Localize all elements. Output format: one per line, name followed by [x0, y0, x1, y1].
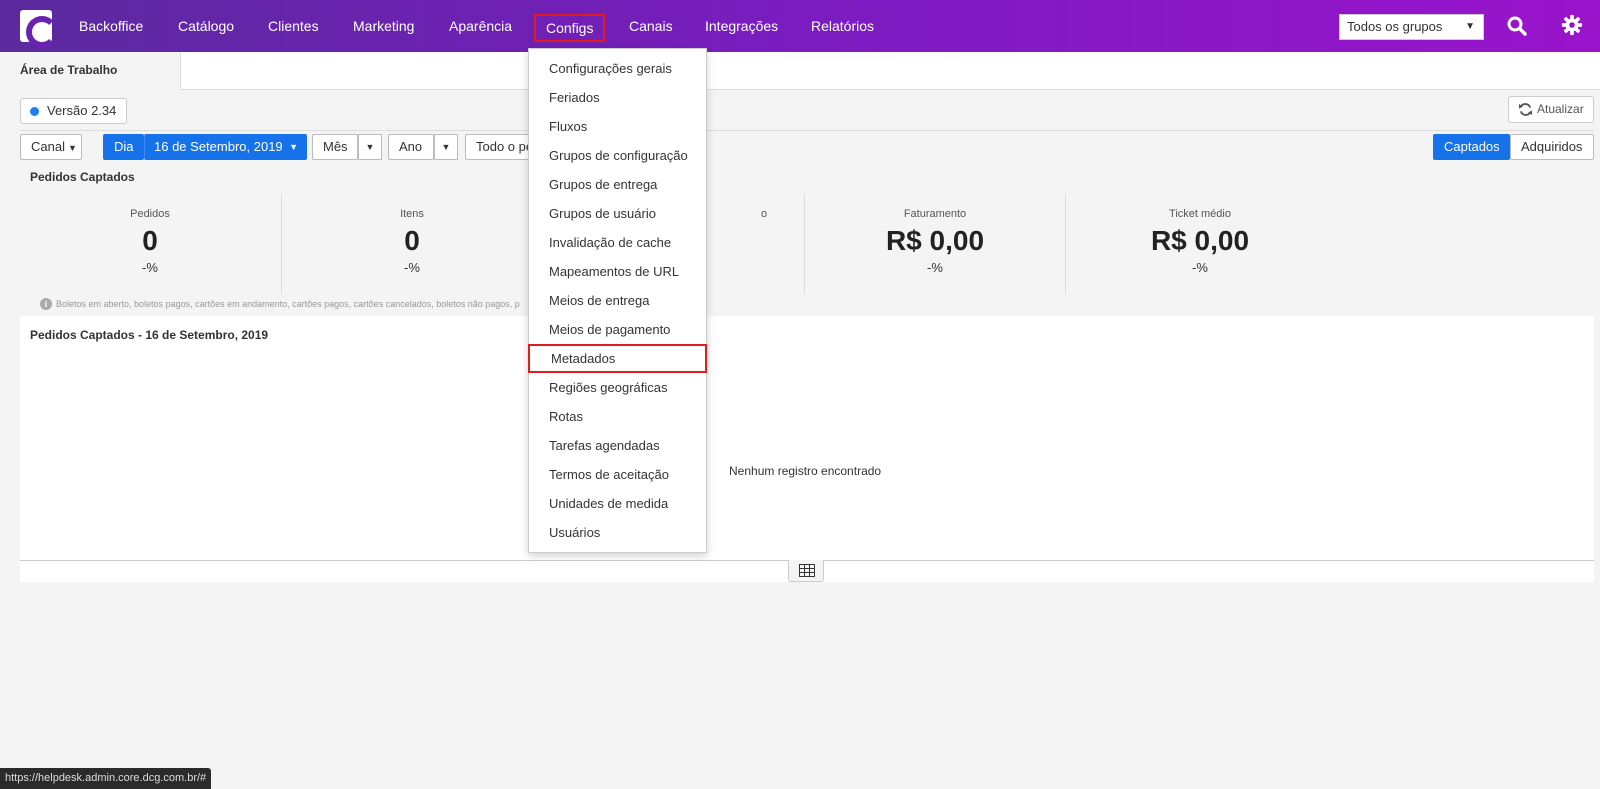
- stat-value: 0: [20, 226, 280, 256]
- menu-item-regioes-geograficas[interactable]: Regiões geográficas: [529, 373, 706, 402]
- divider: [1065, 194, 1066, 294]
- caret-down-icon: ▼: [68, 143, 77, 153]
- menu-item-tarefas-agendadas[interactable]: Tarefas agendadas: [529, 431, 706, 460]
- refresh-icon: [1518, 102, 1533, 117]
- logo-icon[interactable]: [20, 10, 52, 42]
- stat-itens: Itens 0 -%: [282, 200, 542, 292]
- caret-down-icon: ▼: [366, 142, 375, 152]
- nav-item-configs[interactable]: Configs: [534, 14, 605, 42]
- stat-pct: -%: [282, 260, 542, 275]
- menu-item-invalidacao-de-cache[interactable]: Invalidação de cache: [529, 228, 706, 257]
- nav-item-relatorios[interactable]: Relatórios: [811, 0, 874, 52]
- stat-pedidos: Pedidos 0 -%: [20, 200, 280, 292]
- menu-item-mapeamentos-de-url[interactable]: Mapeamentos de URL: [529, 257, 706, 286]
- nav-item-catalogo[interactable]: Catálogo: [178, 0, 234, 52]
- canal-dropdown[interactable]: Canal▼: [20, 134, 82, 160]
- menu-item-fluxos[interactable]: Fluxos: [529, 112, 706, 141]
- canal-label: Canal: [31, 139, 65, 154]
- stat-label: Itens: [282, 208, 542, 220]
- caret-down-icon: ▼: [1465, 15, 1475, 39]
- table-toggle-button[interactable]: [788, 560, 824, 582]
- tab-bar: Área de Trabalho: [0, 52, 1600, 90]
- info-note: i Boletos em aberto, boletos pagos, cartõ…: [40, 298, 520, 310]
- nav-item-backoffice[interactable]: Backoffice: [79, 0, 143, 52]
- stat-pct: -%: [1070, 260, 1330, 275]
- mes-button[interactable]: Mês: [312, 134, 358, 160]
- stat-pct: -%: [805, 260, 1065, 275]
- caret-down-icon: ▼: [442, 142, 451, 152]
- stat-value: R$ 0,00: [1070, 226, 1330, 256]
- search-icon[interactable]: [1507, 16, 1527, 36]
- section-title: Pedidos Captados: [30, 170, 135, 184]
- version-badge: Versão 2.34: [20, 98, 127, 124]
- stat-ticket-medio: Ticket médio R$ 0,00 -%: [1070, 200, 1330, 292]
- info-note-text: Boletos em aberto, boletos pagos, cartõe…: [56, 299, 520, 309]
- menu-item-meios-de-entrega[interactable]: Meios de entrega: [529, 286, 706, 315]
- gear-icon[interactable]: [1561, 14, 1583, 36]
- captados-toggle[interactable]: Captados: [1433, 134, 1510, 160]
- date-picker-button[interactable]: 16 de Setembro, 2019 ▼: [144, 134, 307, 160]
- stat-value: R$ 0,00: [805, 226, 1065, 256]
- panel-title: Pedidos Captados - 16 de Setembro, 2019: [30, 328, 268, 342]
- nav-item-integracoes[interactable]: Integrações: [705, 0, 778, 52]
- menu-item-grupos-de-entrega[interactable]: Grupos de entrega: [529, 170, 706, 199]
- mes-caret-button[interactable]: ▼: [358, 134, 382, 160]
- menu-item-usuarios[interactable]: Usuários: [529, 518, 706, 547]
- ano-caret-button[interactable]: ▼: [434, 134, 458, 160]
- stat-label: Pedidos: [20, 208, 280, 220]
- refresh-button[interactable]: Atualizar: [1508, 96, 1594, 123]
- status-url-bar: https://helpdesk.admin.core.dcg.com.br/#: [0, 768, 211, 789]
- caret-down-icon: ▼: [289, 135, 298, 159]
- ano-button[interactable]: Ano: [388, 134, 434, 160]
- chart-panel: Pedidos Captados - 16 de Setembro, 2019 …: [20, 316, 1594, 582]
- menu-item-grupos-de-usuario[interactable]: Grupos de usuário: [529, 199, 706, 228]
- status-dot-icon: [30, 107, 39, 116]
- info-icon: i: [40, 298, 52, 310]
- tab-area-de-trabalho[interactable]: Área de Trabalho: [0, 52, 181, 90]
- top-navbar: Backoffice Catálogo Clientes Marketing A…: [0, 0, 1600, 52]
- version-label: Versão 2.34: [47, 103, 116, 118]
- dia-button[interactable]: Dia: [103, 134, 144, 160]
- stat-label: Faturamento: [805, 208, 1065, 220]
- refresh-label: Atualizar: [1537, 102, 1584, 116]
- group-select[interactable]: Todos os grupos ▼: [1339, 14, 1484, 40]
- nav-item-marketing[interactable]: Marketing: [353, 0, 414, 52]
- nav-item-clientes[interactable]: Clientes: [268, 0, 319, 52]
- menu-item-metadados[interactable]: Metadados: [528, 344, 707, 373]
- stat-value: 0: [282, 226, 542, 256]
- stat-faturamento: Faturamento R$ 0,00 -%: [805, 200, 1065, 292]
- configs-dropdown-menu: Configurações gerais Feriados Fluxos Gru…: [528, 48, 707, 553]
- stat-label: Ticket médio: [1070, 208, 1330, 220]
- menu-item-meios-de-pagamento[interactable]: Meios de pagamento: [529, 315, 706, 344]
- adquiridos-toggle[interactable]: Adquiridos: [1510, 134, 1594, 160]
- menu-item-configuracoes-gerais[interactable]: Configurações gerais: [529, 54, 706, 83]
- stat-pct: -%: [20, 260, 280, 275]
- menu-item-rotas[interactable]: Rotas: [529, 402, 706, 431]
- menu-item-unidades-de-medida[interactable]: Unidades de medida: [529, 489, 706, 518]
- nav-item-canais[interactable]: Canais: [629, 0, 673, 52]
- menu-item-grupos-de-configuracao[interactable]: Grupos de configuração: [529, 141, 706, 170]
- menu-item-termos-de-aceitacao[interactable]: Termos de aceitação: [529, 460, 706, 489]
- date-label: 16 de Setembro, 2019: [154, 139, 283, 154]
- group-select-value: Todos os grupos: [1347, 19, 1442, 34]
- empty-message: Nenhum registro encontrado: [729, 464, 881, 478]
- menu-item-feriados[interactable]: Feriados: [529, 83, 706, 112]
- divider: [20, 130, 1594, 131]
- nav-item-aparencia[interactable]: Aparência: [449, 0, 512, 52]
- table-icon: [799, 564, 815, 577]
